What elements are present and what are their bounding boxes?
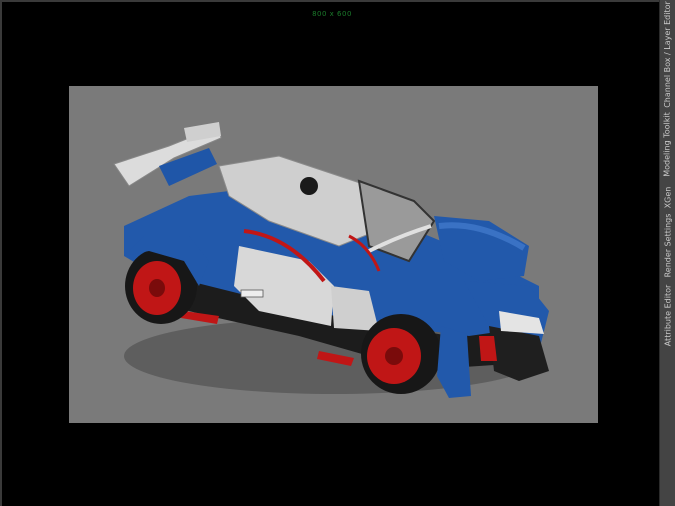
- tab-render-settings[interactable]: Render Settings: [660, 213, 675, 277]
- tab-attribute-editor[interactable]: Attribute Editor: [660, 284, 675, 346]
- tab-label: XGen: [663, 186, 673, 208]
- tab-label: Channel Box / Layer Editor: [663, 0, 672, 108]
- tab-label: Render Settings: [663, 213, 672, 277]
- tab-label: Attribute Editor: [663, 284, 673, 346]
- rear-wing: [113, 122, 222, 187]
- tab-channel-box-layer-editor[interactable]: Channel Box / Layer Editor: [660, 1, 675, 108]
- render-viewport[interactable]: 800 x 600: [0, 0, 660, 506]
- resolution-label: 800 x 600: [312, 10, 352, 18]
- side-tab-strip: Channel Box / Layer Editor Modeling Tool…: [659, 0, 675, 506]
- tab-xgen[interactable]: XGen: [660, 185, 675, 209]
- tab-modeling-toolkit[interactable]: Modeling Toolkit: [660, 110, 675, 178]
- render-region: [69, 86, 598, 423]
- tab-label: Modeling Toolkit: [663, 111, 672, 177]
- rally-car-render: [113, 122, 549, 398]
